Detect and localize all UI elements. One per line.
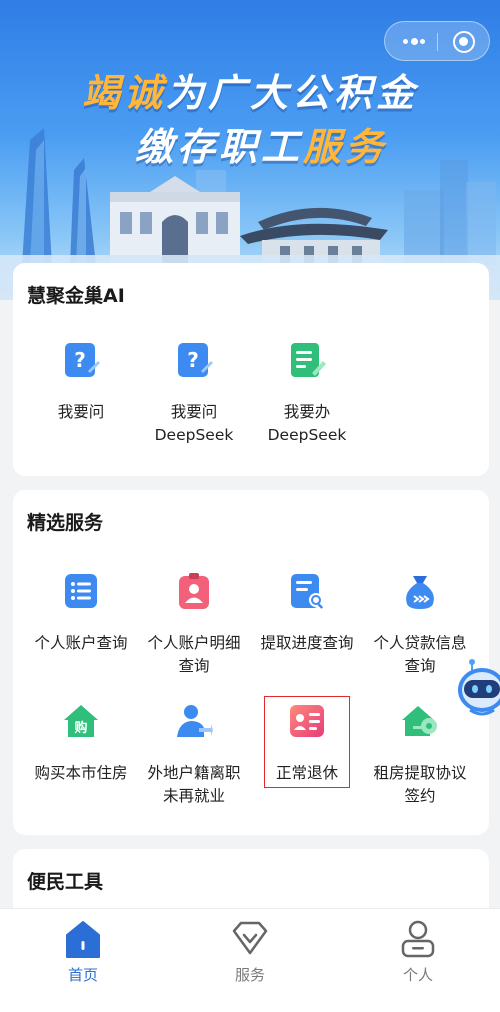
house-key-icon [402, 706, 437, 736]
service-buy-house[interactable]: 购 购买本市住房 [21, 702, 141, 792]
slogan-text-2: 缴存职工 [134, 125, 303, 169]
service-account-detail[interactable]: 个人账户明细 查询 [134, 572, 254, 682]
list-icon [65, 574, 97, 608]
service-label: 外地户籍离职 未再就业 [147, 764, 241, 805]
house-buy-icon: 购 [64, 705, 98, 737]
slogan-line-2: 缴存职工服务 [0, 116, 500, 171]
service-withdraw-progress[interactable]: 提取进度查询 [247, 572, 367, 662]
service-label: 个人账户查询 [34, 634, 128, 652]
banner: 竭诚为广大公积金 缴存职工服务 [0, 0, 500, 300]
svg-text:?: ? [187, 348, 199, 372]
service-normal-retire[interactable]: 正常退休 [247, 702, 367, 792]
service-label: 提取进度查询 [260, 634, 354, 652]
service-label: 正常退休 [275, 764, 338, 782]
money-bag-icon [406, 576, 434, 609]
user-icon [401, 920, 435, 958]
ai-robot-assistant-icon[interactable] [456, 656, 500, 720]
service-nonlocal-resign[interactable]: 外地户籍离职 未再就业 [134, 702, 254, 812]
ai-item-ask-deepseek-label: 我要问 DeepSeek [154, 403, 234, 444]
question-icon: ? [178, 343, 213, 377]
service-label: 租房提取协议 签约 [373, 764, 467, 805]
slogan-highlight-2: 服务 [303, 125, 388, 169]
ai-item-do-deepseek-label: 我要办 DeepSeek [267, 403, 347, 444]
slogan-line-1: 竭诚为广大公积金 [0, 62, 500, 117]
ai-item-ask-label: 我要问 [57, 403, 105, 421]
ai-item-ask[interactable]: ? 我要问 [21, 341, 141, 431]
question-icon: ? [65, 343, 100, 377]
service-personal-account[interactable]: 个人账户查询 [21, 572, 141, 662]
svg-text:购: 购 [74, 720, 87, 736]
tab-services[interactable]: 服务 [190, 909, 310, 999]
slogan-highlight-1: 竭诚 [81, 71, 166, 115]
tab-profile[interactable]: 个人 [358, 909, 478, 999]
home-icon [66, 921, 100, 958]
service-label: 购买本市住房 [34, 764, 128, 782]
slogan-text-1: 为广大公积金 [166, 71, 419, 115]
id-badge-icon [179, 573, 209, 609]
retire-card-icon [290, 705, 324, 737]
doc-search-icon [291, 574, 323, 609]
diamond-icon [232, 921, 268, 955]
person-exit-icon [177, 705, 213, 737]
tab-home[interactable]: 首页 [23, 909, 143, 999]
tab-profile-label: 个人 [402, 966, 433, 984]
services-title: 精选服务 [27, 512, 104, 534]
more-dots-icon[interactable] [403, 38, 425, 46]
miniprogram-capsule [384, 21, 490, 61]
service-label: 个人账户明细 查询 [147, 634, 241, 675]
ai-section-card: 慧聚金巢AI ? 我要问 ? 我要问 DeepSeek 我要办 DeepSeek [13, 263, 489, 476]
tab-services-label: 服务 [234, 966, 265, 984]
tools-title: 便民工具 [27, 871, 104, 893]
capsule-divider [437, 33, 438, 51]
svg-text:?: ? [74, 348, 86, 372]
bottom-tab-bar: 首页 服务 个人 [0, 908, 500, 1012]
tab-home-label: 首页 [67, 966, 98, 984]
ai-item-ask-deepseek[interactable]: ? 我要问 DeepSeek [134, 341, 254, 451]
close-target-icon[interactable] [453, 31, 475, 53]
ai-item-do-deepseek[interactable]: 我要办 DeepSeek [247, 341, 367, 451]
services-card: 精选服务 个人账户查询 个人账户明细 查询 提取进度查询 个人贷款信息 查询 购… [13, 490, 489, 835]
ai-section-title: 慧聚金巢AI [27, 285, 125, 307]
document-edit-icon [291, 343, 326, 377]
